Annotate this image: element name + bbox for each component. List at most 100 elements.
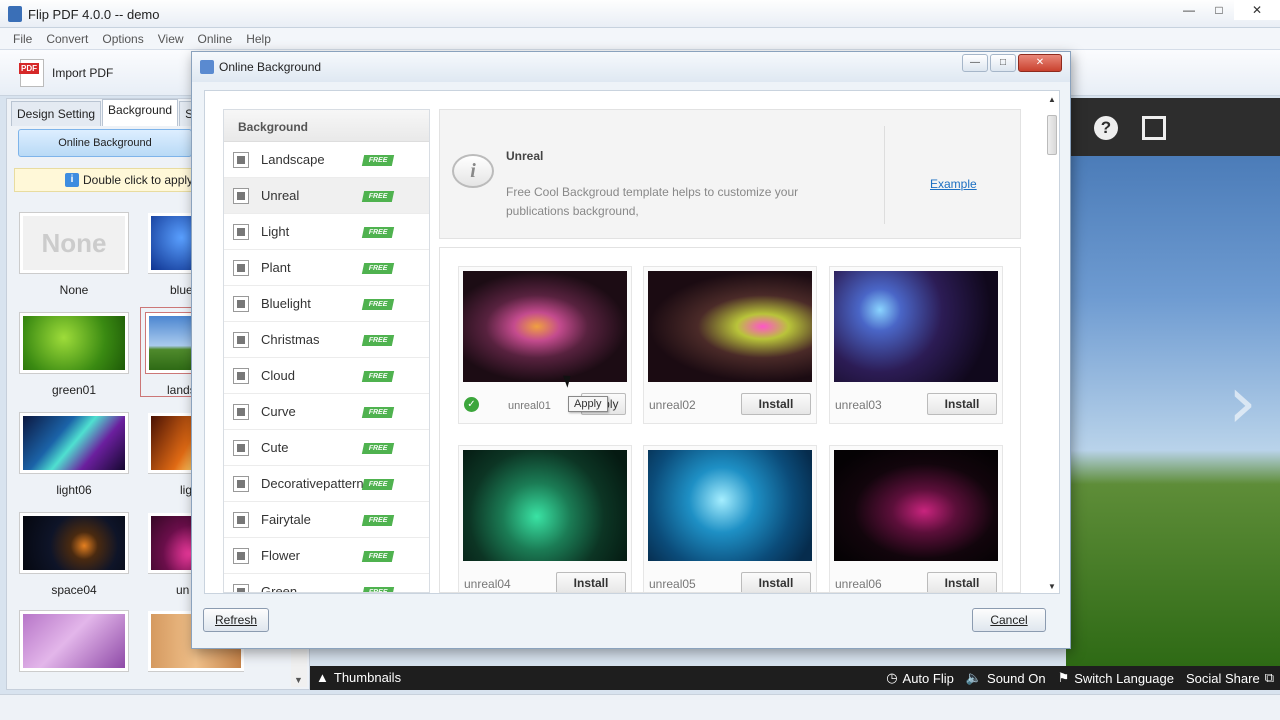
thumb-space04[interactable]: space04 bbox=[20, 513, 128, 597]
cancel-button[interactable]: Cancel bbox=[972, 608, 1046, 632]
next-page-icon[interactable]: › bbox=[1228, 360, 1257, 444]
template-name: unreal06 bbox=[835, 577, 882, 591]
category-item-landscape[interactable]: Landscape FREE bbox=[224, 142, 429, 178]
category-item-decorativepattern[interactable]: Decorativepattern FREE bbox=[224, 466, 429, 502]
install-button[interactable]: Install bbox=[741, 572, 811, 592]
dialog-close-icon[interactable]: ✕ bbox=[1018, 54, 1062, 72]
pdf-icon bbox=[19, 59, 44, 87]
category-checkbox[interactable] bbox=[233, 439, 249, 456]
install-button[interactable]: Install bbox=[741, 393, 811, 415]
online-background-dialog: Online Background — □ ✕ Background Lands… bbox=[191, 51, 1071, 649]
minimize-icon[interactable]: — bbox=[1174, 0, 1204, 20]
thumb-green01[interactable]: green01 bbox=[20, 313, 128, 397]
category-item-flower[interactable]: Flower FREE bbox=[224, 538, 429, 574]
template-card-unreal04[interactable]: unreal04 Install bbox=[458, 445, 632, 592]
category-item-light[interactable]: Light FREE bbox=[224, 214, 429, 250]
free-badge: FREE bbox=[361, 479, 395, 490]
category-checkbox[interactable] bbox=[233, 511, 249, 528]
auto-flip-button[interactable]: ◷ Auto Flip bbox=[886, 670, 954, 686]
menu-options[interactable]: Options bbox=[95, 28, 150, 49]
category-label: Decorativepattern bbox=[261, 476, 364, 491]
close-icon[interactable]: ✕ bbox=[1234, 0, 1280, 20]
refresh-button[interactable]: Refresh bbox=[203, 608, 269, 632]
scrollbar-thumb[interactable] bbox=[1047, 115, 1057, 155]
import-pdf-button[interactable]: Import PDF bbox=[14, 56, 119, 90]
social-share-label: Social Share bbox=[1185, 670, 1260, 686]
menubar: File Convert Options View Online Help bbox=[0, 28, 1280, 50]
install-button[interactable]: Install bbox=[927, 393, 997, 415]
dialog-app-icon bbox=[200, 60, 214, 74]
category-checkbox[interactable] bbox=[233, 331, 249, 348]
category-item-bluelight[interactable]: Bluelight FREE bbox=[224, 286, 429, 322]
dialog-maximize-icon[interactable]: □ bbox=[990, 54, 1016, 72]
template-name: unreal05 bbox=[649, 577, 696, 591]
online-background-button[interactable]: Online Background bbox=[18, 129, 192, 157]
menu-view[interactable]: View bbox=[151, 28, 191, 49]
template-thumbnail[interactable] bbox=[463, 271, 627, 382]
install-button[interactable]: Install bbox=[927, 572, 997, 592]
template-thumbnail[interactable] bbox=[463, 450, 627, 561]
thumbnails-button[interactable]: ▲ Thumbnails bbox=[316, 670, 401, 685]
template-card-unreal02[interactable]: unreal02 Install bbox=[643, 266, 817, 424]
category-item-christmas[interactable]: Christmas FREE bbox=[224, 322, 429, 358]
template-card-unreal03[interactable]: unreal03 Install bbox=[829, 266, 1003, 424]
template-thumbnail[interactable] bbox=[834, 271, 998, 382]
dialog-minimize-icon[interactable]: — bbox=[962, 54, 988, 72]
tab-design-setting[interactable]: Design Setting bbox=[11, 101, 102, 126]
template-thumbnail[interactable] bbox=[834, 450, 998, 561]
tab-background[interactable]: Background bbox=[102, 99, 179, 126]
category-item-cloud[interactable]: Cloud FREE bbox=[224, 358, 429, 394]
maximize-icon[interactable]: □ bbox=[1204, 0, 1234, 20]
template-card-unreal05[interactable]: unreal05 Install bbox=[643, 445, 817, 592]
template-thumbnail[interactable] bbox=[648, 271, 812, 382]
category-label: Curve bbox=[261, 404, 296, 419]
category-item-green[interactable]: Green FREE bbox=[224, 574, 429, 592]
thumb-none[interactable]: None None bbox=[20, 213, 128, 297]
speaker-icon: 🔈 bbox=[965, 670, 983, 685]
dialog-scrollbar[interactable]: ▲ ▼ bbox=[1045, 93, 1059, 593]
scroll-down-icon[interactable]: ▼ bbox=[1048, 582, 1056, 591]
category-checkbox[interactable] bbox=[233, 187, 249, 204]
preview-toolbar: ? bbox=[1066, 98, 1280, 156]
template-card-unreal06[interactable]: unreal06 Install bbox=[829, 445, 1003, 592]
category-checkbox[interactable] bbox=[233, 223, 249, 240]
thumb-label: light06 bbox=[56, 483, 92, 497]
sound-button[interactable]: 🔈 Sound On bbox=[966, 670, 1046, 686]
eject-icon: ▲ bbox=[316, 670, 329, 685]
menu-online[interactable]: Online bbox=[191, 28, 240, 49]
category-checkbox[interactable] bbox=[233, 583, 249, 592]
category-checkbox[interactable] bbox=[233, 259, 249, 276]
category-label: Fairytale bbox=[261, 512, 311, 527]
category-checkbox[interactable] bbox=[233, 547, 249, 564]
category-header: Background bbox=[224, 110, 429, 142]
menu-help[interactable]: Help bbox=[239, 28, 278, 49]
social-share-button[interactable]: Social Share ⧉ bbox=[1186, 670, 1274, 686]
category-checkbox[interactable] bbox=[233, 295, 249, 312]
window-controls: — □ ✕ bbox=[1174, 0, 1280, 20]
example-link[interactable]: Example bbox=[930, 177, 977, 191]
scroll-down-icon[interactable]: ▼ bbox=[294, 675, 303, 685]
category-item-curve[interactable]: Curve FREE bbox=[224, 394, 429, 430]
scroll-up-icon[interactable]: ▲ bbox=[1048, 95, 1056, 104]
menu-convert[interactable]: Convert bbox=[39, 28, 95, 49]
thumb-purple[interactable] bbox=[20, 611, 128, 681]
apply-tooltip: Apply bbox=[568, 396, 608, 412]
template-thumbnail[interactable] bbox=[648, 450, 812, 561]
category-checkbox[interactable] bbox=[233, 475, 249, 492]
switch-language-button[interactable]: ⚑ Switch Language bbox=[1058, 670, 1174, 686]
category-checkbox[interactable] bbox=[233, 367, 249, 384]
help-icon[interactable]: ? bbox=[1094, 116, 1118, 140]
menu-file[interactable]: File bbox=[6, 28, 39, 49]
install-button[interactable]: Install bbox=[556, 572, 626, 592]
status-bar bbox=[0, 694, 1280, 720]
thumb-light06[interactable]: light06 bbox=[20, 413, 128, 497]
category-checkbox[interactable] bbox=[233, 151, 249, 168]
category-item-fairytale[interactable]: Fairytale FREE bbox=[224, 502, 429, 538]
category-label: Bluelight bbox=[261, 296, 311, 311]
category-checkbox[interactable] bbox=[233, 403, 249, 420]
fullscreen-icon[interactable] bbox=[1142, 116, 1166, 140]
free-badge: FREE bbox=[361, 263, 395, 274]
category-item-cute[interactable]: Cute FREE bbox=[224, 430, 429, 466]
category-item-unreal[interactable]: Unreal FREE bbox=[224, 178, 429, 214]
category-item-plant[interactable]: Plant FREE bbox=[224, 250, 429, 286]
